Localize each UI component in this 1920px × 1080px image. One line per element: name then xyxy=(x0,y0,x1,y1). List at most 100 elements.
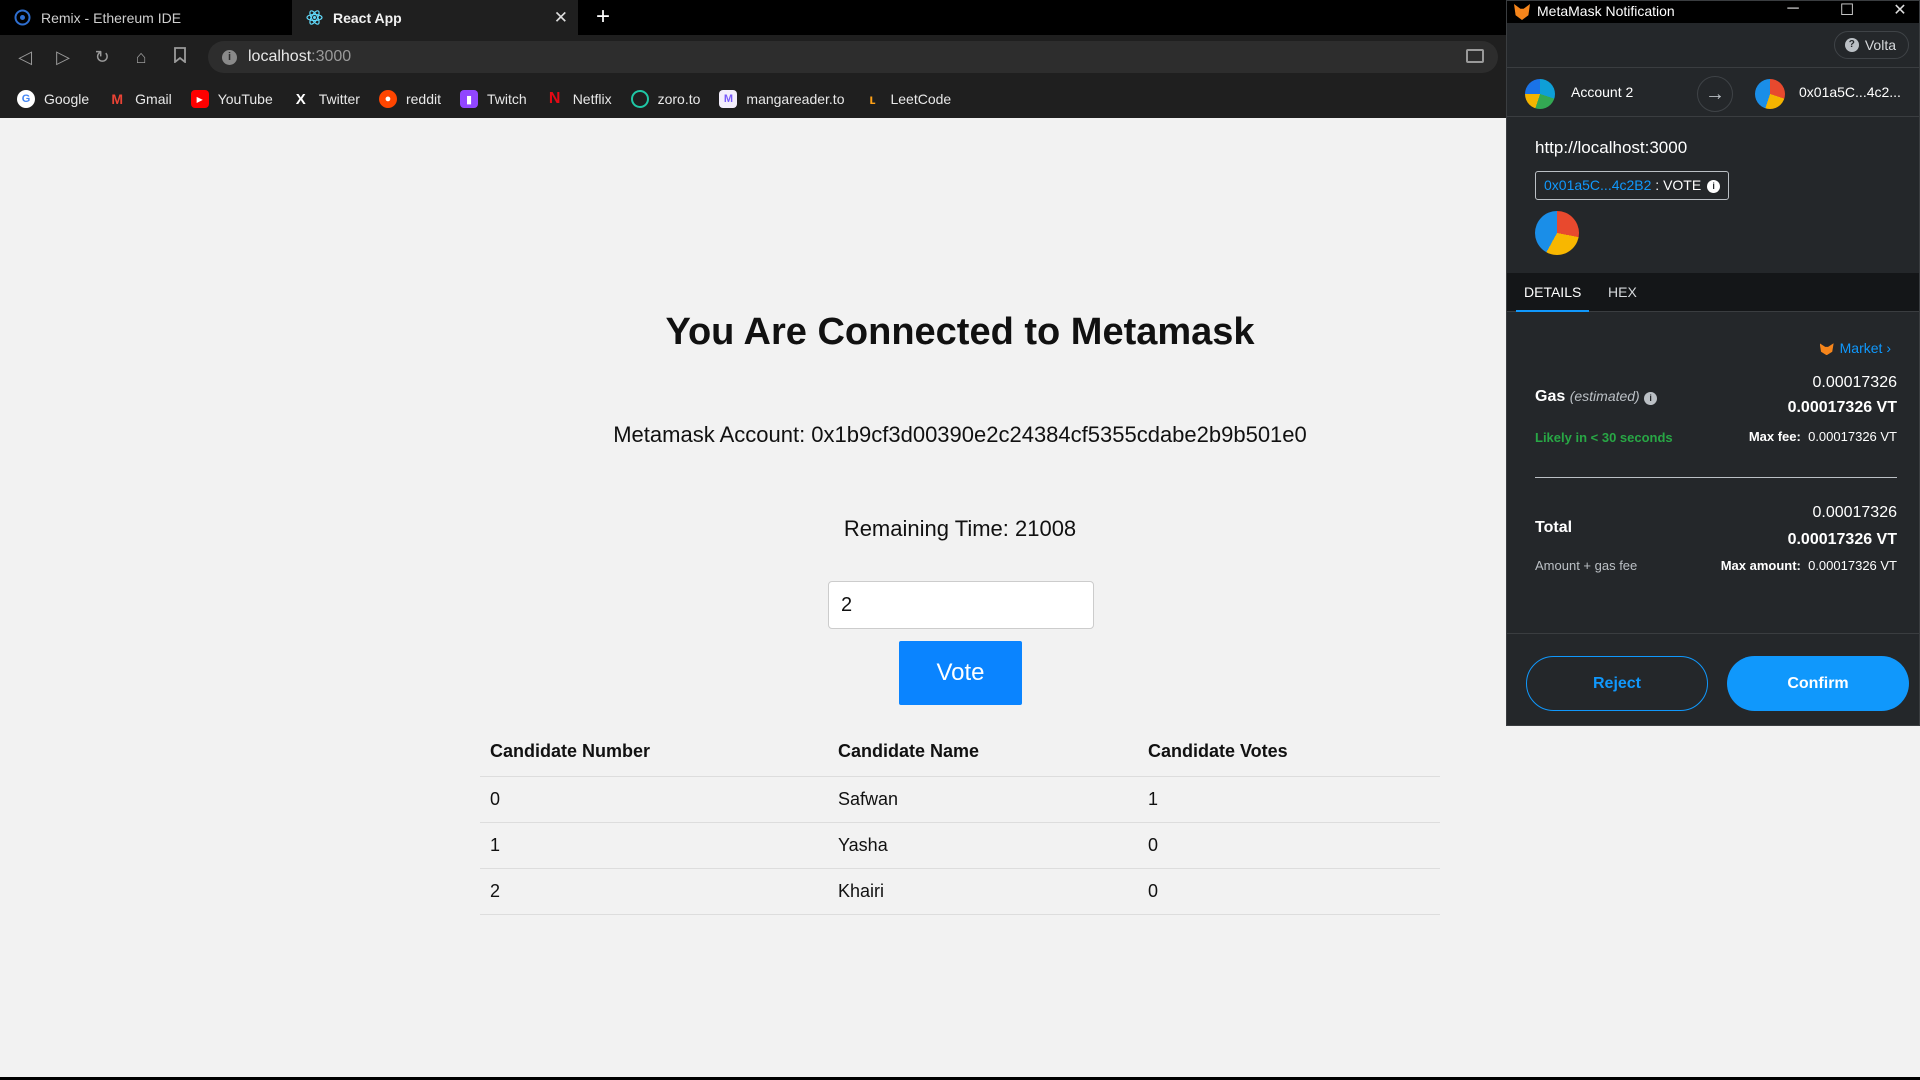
confirm-button[interactable]: Confirm xyxy=(1727,656,1909,711)
candidate-number: 1 xyxy=(480,822,828,869)
tab-title: React App xyxy=(333,9,402,26)
candidate-name: Yasha xyxy=(828,822,1138,869)
gas-value-vt: 0.00017326 VT xyxy=(1787,399,1897,416)
gmail-icon: M xyxy=(111,91,123,107)
bookmark-reddit[interactable]: ● reddit xyxy=(378,90,441,108)
tab-details[interactable]: DETAILS xyxy=(1516,273,1590,312)
market-fee-link[interactable]: Market › xyxy=(1819,340,1891,356)
candidate-number-input[interactable] xyxy=(828,581,1094,629)
zoro-icon xyxy=(630,90,649,108)
info-icon[interactable]: i xyxy=(1644,392,1658,405)
max-amount-row: Max amount: 0.00017326 VT xyxy=(1721,558,1897,573)
tab-hex[interactable]: HEX xyxy=(1600,273,1645,312)
network-help-icon: ? xyxy=(1844,38,1859,52)
back-icon[interactable]: ◁ xyxy=(13,45,37,69)
metamask-fox-icon xyxy=(1819,343,1834,356)
header-candidate-number: Candidate Number xyxy=(480,728,828,777)
chevron-right-icon: › xyxy=(1886,340,1891,356)
metamask-fox-icon xyxy=(1514,4,1530,20)
reload-icon[interactable]: ↻ xyxy=(90,45,114,69)
minimize-icon[interactable]: ─ xyxy=(1783,0,1803,18)
tab-remix[interactable]: Remix - Ethereum IDE xyxy=(0,0,290,35)
tab-title: Remix - Ethereum IDE xyxy=(41,9,182,26)
divider xyxy=(1507,633,1919,634)
total-value: 0.00017326 xyxy=(1812,504,1897,521)
to-account-avatar xyxy=(1755,79,1785,109)
max-fee-label: Max fee: xyxy=(1748,429,1801,444)
gas-label: Gas xyxy=(1535,388,1566,405)
address-bar[interactable]: i localhost:3000 xyxy=(208,41,1498,73)
youtube-icon: ▶ xyxy=(190,90,209,108)
table-row: 1 Yasha 0 xyxy=(480,822,1440,869)
remix-icon xyxy=(14,9,31,26)
site-info-icon[interactable]: i xyxy=(222,50,237,65)
to-account-address[interactable]: 0x01a5C...4c2... xyxy=(1799,84,1901,100)
max-amount-value: 0.00017326 VT xyxy=(1808,558,1897,573)
gas-value: 0.00017326 xyxy=(1812,374,1897,391)
table-header-row: Candidate Number Candidate Name Candidat… xyxy=(480,728,1440,777)
bookmark-icon[interactable] xyxy=(168,45,192,69)
reddit-icon: ● xyxy=(378,90,397,108)
close-tab-icon[interactable]: ✕ xyxy=(554,8,568,28)
contract-method: : VOTE xyxy=(1655,177,1702,193)
bookmark-google[interactable]: G Google xyxy=(17,90,89,108)
react-icon xyxy=(306,9,323,26)
bookmark-youtube[interactable]: ▶ YouTube xyxy=(190,90,273,108)
leetcode-icon: ʟ xyxy=(869,91,876,107)
candidate-name: Khairi xyxy=(828,868,1138,915)
total-label: Total xyxy=(1535,519,1573,536)
request-origin: http://localhost:3000 xyxy=(1535,138,1688,157)
bookmark-mangareader[interactable]: Mmangareader.to xyxy=(719,90,844,108)
x-icon: X xyxy=(295,90,306,108)
url-text: localhost:3000 xyxy=(248,48,352,65)
candidate-votes: 1 xyxy=(1138,776,1440,823)
bookmark-netflix[interactable]: N Netflix xyxy=(546,90,612,108)
amount-gas-label: Amount + gas fee xyxy=(1535,558,1638,573)
bookmark-gmail[interactable]: M Gmail xyxy=(108,90,171,108)
from-account-avatar xyxy=(1525,79,1555,109)
close-icon[interactable]: ✕ xyxy=(1890,0,1910,20)
contract-avatar xyxy=(1535,211,1579,255)
bookmark-zoro[interactable]: zoro.to xyxy=(630,90,700,108)
gas-label-row: Gas (estimated) i xyxy=(1535,388,1658,406)
google-icon: G xyxy=(17,90,35,108)
candidate-votes: 0 xyxy=(1138,868,1440,915)
candidate-number: 0 xyxy=(480,776,828,823)
vote-button[interactable]: Vote xyxy=(899,641,1022,705)
twitch-icon: ▮ xyxy=(460,90,478,108)
max-fee-value: 0.00017326 VT xyxy=(1808,429,1897,444)
header-candidate-name: Candidate Name xyxy=(828,728,1138,777)
total-value-vt: 0.00017326 VT xyxy=(1787,531,1897,548)
divider xyxy=(1535,477,1897,478)
new-tab-icon[interactable]: + xyxy=(590,4,616,30)
arrow-right-icon: → xyxy=(1697,76,1733,112)
cast-icon[interactable] xyxy=(1466,49,1484,63)
candidate-votes: 0 xyxy=(1138,822,1440,869)
forward-icon[interactable]: ▷ xyxy=(51,45,75,69)
candidate-number: 2 xyxy=(480,868,828,915)
contract-address-link[interactable]: 0x01a5C...4c2B2 xyxy=(1544,177,1651,193)
bookmark-twitch[interactable]: ▮ Twitch xyxy=(460,90,527,108)
mangareader-icon: M xyxy=(719,90,738,108)
candidate-name: Safwan xyxy=(828,776,1138,823)
candidates-table: Candidate Number Candidate Name Candidat… xyxy=(480,728,1440,915)
netflix-icon: N xyxy=(548,90,561,107)
bookmarks-bar: G Google M Gmail ▶ YouTube X Twitter ● reddit… xyxy=(0,80,1510,118)
table-row: 0 Safwan 1 xyxy=(480,776,1440,823)
home-icon[interactable]: ⌂ xyxy=(129,45,153,69)
gas-estimated-label: (estimated) xyxy=(1569,388,1640,404)
from-account-name: Account 2 xyxy=(1571,84,1634,100)
browser-toolbar: ◁ ▷ ↻ ⌂ i localhost:3000 xyxy=(0,35,1510,80)
info-icon[interactable]: i xyxy=(1707,179,1721,193)
maximize-icon[interactable]: ☐ xyxy=(1837,0,1857,20)
max-amount-label: Max amount: xyxy=(1720,558,1801,573)
reject-button[interactable]: Reject xyxy=(1526,656,1708,711)
tab-react-app[interactable]: React App ✕ xyxy=(292,0,578,35)
metamask-window: MetaMask Notification ─ ☐ ✕ ? Volta Acco… xyxy=(1506,0,1920,726)
network-selector[interactable]: ? Volta xyxy=(1833,31,1909,59)
metamask-titlebar: MetaMask Notification ─ ☐ ✕ xyxy=(1507,0,1919,23)
bookmark-twitter[interactable]: X Twitter xyxy=(292,90,360,108)
account-transfer-bar: Account 2 → 0x01a5C...4c2... xyxy=(1507,67,1919,117)
bookmark-leetcode[interactable]: ʟ LeetCode xyxy=(863,90,951,108)
header-candidate-votes: Candidate Votes xyxy=(1138,728,1440,777)
